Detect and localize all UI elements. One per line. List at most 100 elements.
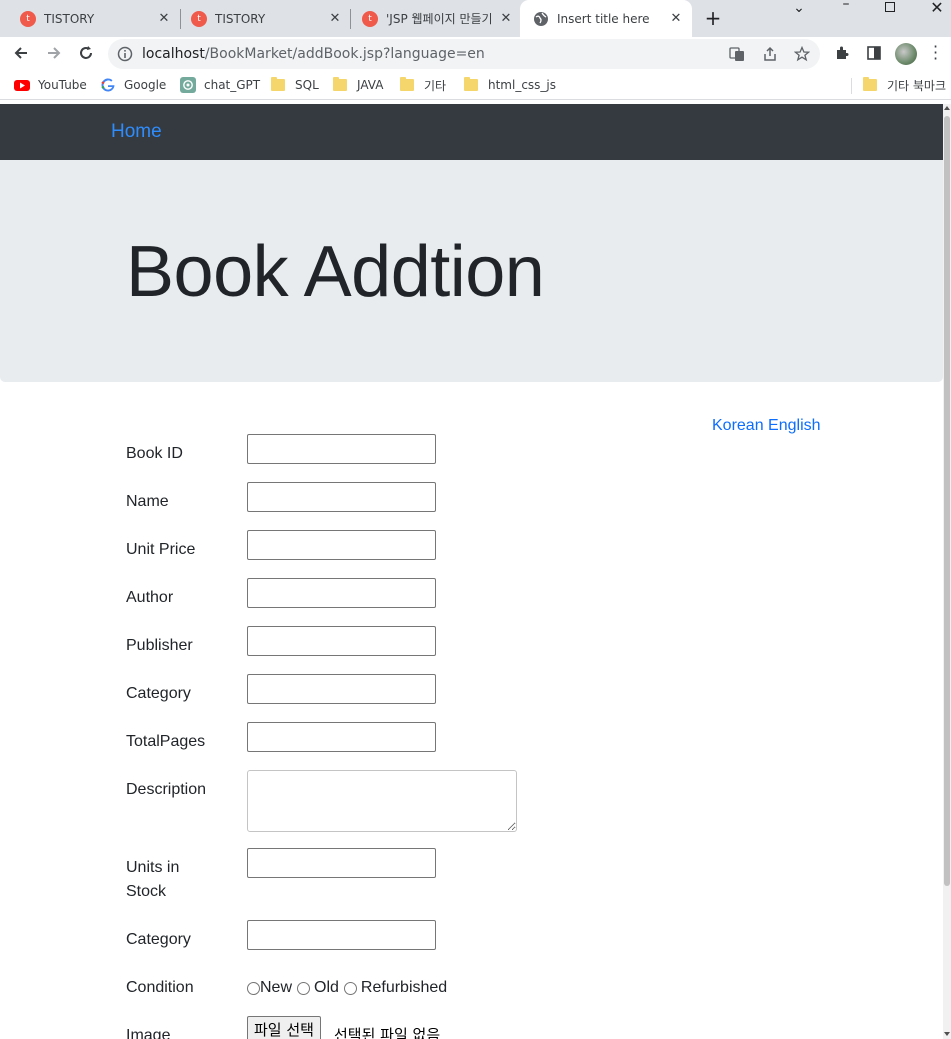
- close-icon[interactable]: ✕: [327, 11, 343, 27]
- bookmark-folder-java[interactable]: JAVA: [333, 77, 383, 93]
- tab-title: TISTORY: [215, 11, 266, 26]
- publisher-input[interactable]: [247, 626, 436, 656]
- extensions-icon[interactable]: [834, 45, 850, 61]
- unit-price-label: Unit Price: [126, 541, 196, 558]
- top-navbar: Home: [0, 104, 943, 160]
- category-input[interactable]: [247, 674, 436, 704]
- scroll-up-arrow-icon[interactable]: [944, 106, 950, 110]
- tab-title: TISTORY: [44, 11, 95, 26]
- publisher-label: Publisher: [126, 637, 193, 654]
- condition-label: Condition: [126, 979, 194, 996]
- vertical-scrollbar[interactable]: [943, 104, 951, 1039]
- folder-icon: [333, 77, 347, 91]
- folder-icon: [464, 77, 478, 91]
- choose-file-button[interactable]: 파일 선택: [247, 1016, 321, 1039]
- url-text[interactable]: localhost/BookMarket/addBook.jsp?languag…: [142, 46, 485, 62]
- name-input[interactable]: [247, 482, 436, 512]
- back-icon[interactable]: [10, 42, 32, 64]
- english-link[interactable]: English: [768, 417, 820, 434]
- star-icon[interactable]: [794, 46, 810, 62]
- bookmark-label: YouTube: [38, 78, 87, 92]
- tistory-icon: t: [20, 10, 36, 27]
- unit-price-input[interactable]: [247, 530, 436, 560]
- total-pages-label: TotalPages: [126, 733, 206, 750]
- tistory-icon: t: [191, 10, 207, 27]
- reload-icon[interactable]: [75, 42, 97, 64]
- bookmark-youtube[interactable]: YouTube: [14, 77, 87, 93]
- browser-tab[interactable]: t 'JSP 웹페이지 만들기 ✕: [342, 0, 522, 37]
- bookmark-label: chat_GPT: [204, 78, 261, 92]
- tab-title: 'JSP 웹페이지 만들기: [386, 12, 493, 26]
- bookmark-folder-etc[interactable]: 기타: [400, 77, 446, 93]
- name-label: Name: [126, 493, 169, 510]
- browser-tab[interactable]: t TISTORY ✕: [171, 0, 351, 37]
- page-viewport: Home Book Addtion Korean English Book ID…: [0, 104, 943, 1039]
- book-id-input[interactable]: [247, 434, 436, 464]
- bookmark-label: 기타 북마크: [887, 78, 947, 93]
- language-switcher: Korean English: [712, 417, 821, 435]
- profile-avatar[interactable]: [895, 43, 917, 65]
- bookmark-google[interactable]: Google: [100, 77, 166, 93]
- address-bar[interactable]: localhost/BookMarket/addBook.jsp?languag…: [108, 39, 820, 69]
- korean-link[interactable]: Korean: [712, 417, 764, 434]
- info-icon[interactable]: [117, 46, 133, 62]
- tab-strip: t TISTORY ✕ t TISTORY ✕ t 'JSP 웹페이지 만들기 …: [0, 0, 951, 37]
- maximize-icon[interactable]: [880, 0, 900, 16]
- tab-title: Insert title here: [557, 11, 650, 26]
- bookmark-label: SQL: [295, 78, 319, 92]
- description-textarea[interactable]: [247, 770, 517, 832]
- condition-old-label: Old: [314, 979, 339, 996]
- bookmark-label: JAVA: [357, 78, 384, 92]
- units-in-stock-input[interactable]: [247, 848, 436, 878]
- category-label: Category: [126, 685, 191, 702]
- category-2-label: Category: [126, 931, 191, 948]
- window-close-icon[interactable]: ✕: [927, 0, 947, 17]
- browser-tab[interactable]: t TISTORY ✕: [0, 0, 180, 37]
- home-link[interactable]: Home: [111, 121, 162, 143]
- new-tab-button[interactable]: +: [703, 8, 723, 28]
- google-icon: [101, 78, 115, 92]
- condition-old-radio[interactable]: [297, 981, 311, 995]
- bookmarks-bar: YouTube Google chat_GPT SQL JAVA 기타 html…: [0, 70, 951, 100]
- browser-tab-active[interactable]: Insert title here ✕: [520, 0, 692, 37]
- youtube-icon: [14, 80, 30, 91]
- author-input[interactable]: [247, 578, 436, 608]
- bookmark-folder-html-css-js[interactable]: html_css_js: [464, 77, 556, 93]
- minimize-icon[interactable]: –: [836, 0, 856, 12]
- image-label: Image: [126, 1027, 171, 1039]
- close-icon[interactable]: ✕: [498, 11, 514, 27]
- close-icon[interactable]: ✕: [156, 11, 172, 27]
- close-icon[interactable]: ✕: [668, 11, 684, 27]
- share-icon[interactable]: [762, 46, 778, 62]
- bookmark-folder-sql[interactable]: SQL: [271, 77, 319, 93]
- translate-icon[interactable]: [729, 46, 745, 62]
- scroll-down-arrow-icon[interactable]: [944, 1032, 950, 1036]
- tab-search-icon[interactable]: ⌄: [789, 0, 809, 16]
- condition-refurbished-label: Refurbished: [360, 979, 448, 996]
- bookmark-separator: [851, 78, 852, 94]
- book-id-label: Book ID: [126, 445, 183, 462]
- folder-icon: [271, 77, 285, 91]
- bookmark-other-bookmarks[interactable]: 기타 북마크: [863, 77, 946, 93]
- file-status-text: 선택된 파일 없음: [334, 1026, 441, 1039]
- bookmark-label: Google: [124, 78, 167, 92]
- bookmark-chat-gpt[interactable]: chat_GPT: [180, 77, 260, 93]
- folder-icon: [400, 77, 414, 91]
- more-menu-icon[interactable]: · · ·: [933, 39, 939, 67]
- globe-icon: [534, 11, 548, 26]
- condition-radio-group: New Old Refurbished: [247, 976, 447, 1000]
- description-label: Description: [126, 781, 207, 798]
- category-2-input[interactable]: [247, 920, 436, 950]
- forward-icon[interactable]: [43, 42, 65, 64]
- page-title: Book Addtion: [126, 232, 545, 312]
- author-label: Author: [126, 589, 174, 606]
- condition-refurbished-radio[interactable]: [343, 981, 357, 995]
- scrollbar-thumb[interactable]: [944, 116, 950, 886]
- jumbotron: Book Addtion: [0, 160, 943, 382]
- tistory-icon: t: [362, 10, 378, 27]
- condition-new-label: New: [260, 979, 293, 996]
- folder-icon: [863, 77, 877, 91]
- total-pages-input[interactable]: [247, 722, 436, 752]
- side-panel-icon[interactable]: [866, 45, 882, 61]
- condition-new-radio[interactable]: [247, 981, 260, 995]
